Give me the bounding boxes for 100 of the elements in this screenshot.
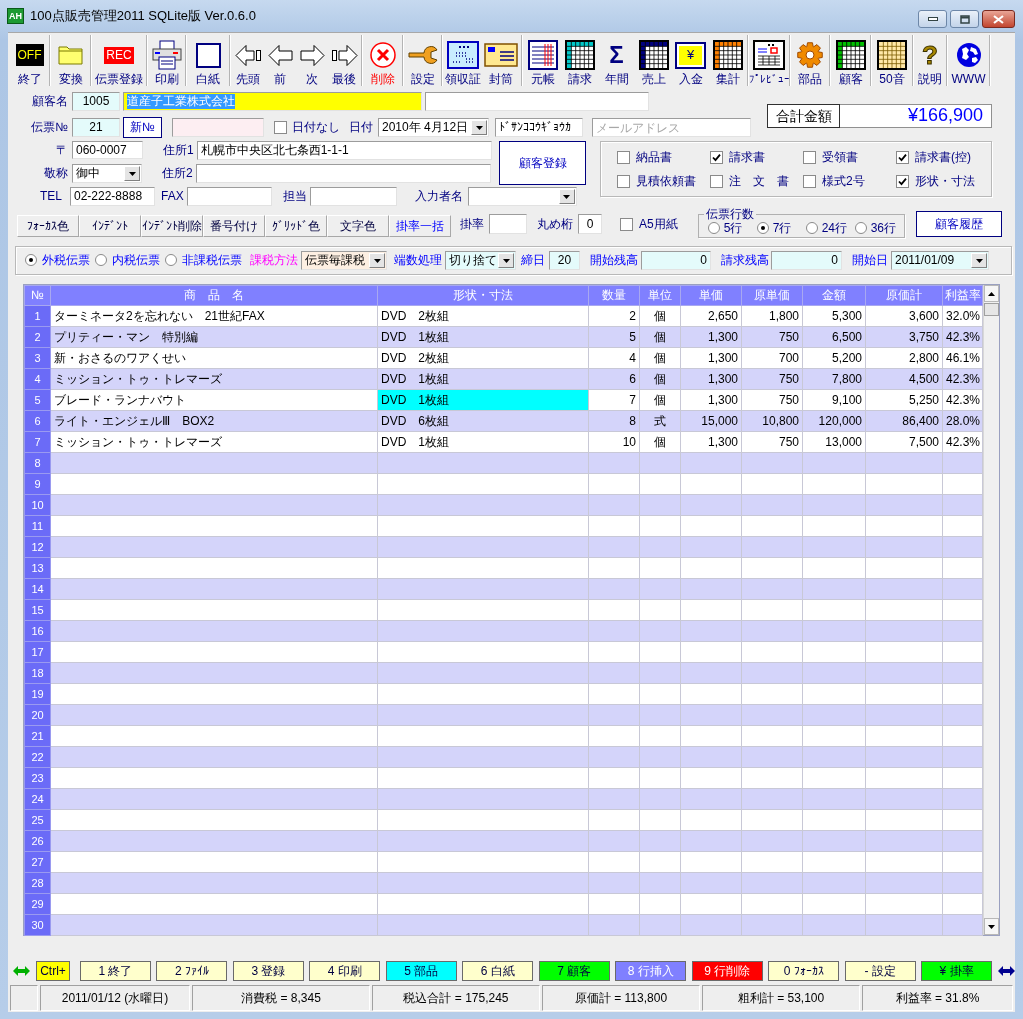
radio-button[interactable] bbox=[165, 254, 177, 267]
input-field[interactable] bbox=[489, 214, 527, 234]
dropdown-field[interactable]: 伝票毎課税 bbox=[301, 251, 387, 270]
close-button[interactable] bbox=[982, 10, 1015, 28]
checkbox-label: 様式2号 bbox=[822, 174, 865, 189]
dropdown-button[interactable] bbox=[471, 120, 487, 135]
function-key-button[interactable]: 2 ﾌｧｲﾙ bbox=[156, 961, 228, 981]
toolbar-button[interactable]: 白紙 bbox=[188, 35, 228, 86]
input-field[interactable]: 0 bbox=[641, 251, 711, 270]
checkbox[interactable] bbox=[803, 175, 816, 188]
checkbox[interactable] bbox=[803, 151, 816, 164]
scroll-thumb[interactable] bbox=[984, 303, 999, 316]
dropdown-button[interactable] bbox=[498, 253, 514, 268]
dropdown-button[interactable] bbox=[558, 189, 575, 204]
toolbar-button[interactable]: 領収証 bbox=[444, 35, 482, 86]
register-customer-button[interactable]: 顧客登録 bbox=[499, 141, 586, 185]
checkbox[interactable] bbox=[896, 175, 909, 188]
function-key-button[interactable]: 5 部品 bbox=[385, 961, 457, 981]
function-key-button[interactable]: 0 ﾌｫｰｶｽ bbox=[768, 961, 840, 981]
toolbar-button[interactable]: 前 bbox=[264, 35, 296, 86]
input-field[interactable]: 1005 bbox=[72, 92, 120, 111]
function-key-button[interactable]: 4 印刷 bbox=[309, 961, 381, 981]
radio-button[interactable] bbox=[854, 222, 867, 235]
toolbar-button[interactable]: 元帳 bbox=[524, 35, 561, 86]
tool-button[interactable]: 文字色 bbox=[327, 215, 389, 237]
toolbar-button[interactable]: 売上 bbox=[635, 35, 672, 86]
toolbar-button[interactable]: 印刷 bbox=[149, 35, 184, 86]
input-field[interactable]: 02-222-8888 bbox=[70, 187, 155, 206]
toolbar-button[interactable]: ¥ 入金 bbox=[672, 35, 709, 86]
tool-button[interactable]: 掛率一括 bbox=[389, 215, 451, 237]
radio-button[interactable] bbox=[707, 222, 720, 235]
function-key-button[interactable]: - 設定 bbox=[844, 961, 916, 981]
input-field[interactable] bbox=[186, 187, 272, 206]
dropdown-button[interactable] bbox=[124, 166, 140, 181]
radio-button[interactable] bbox=[756, 222, 769, 235]
toolbar-button[interactable]: 部品 bbox=[792, 35, 828, 86]
toolbar-button[interactable]: ﾌﾟﾚﾋﾞｭｰ bbox=[750, 35, 788, 86]
row-number: 1 bbox=[24, 305, 51, 327]
radio-button[interactable] bbox=[25, 254, 37, 267]
checkbox[interactable] bbox=[710, 151, 723, 164]
dropdown-field[interactable]: 2010年 4月12日 bbox=[378, 118, 489, 137]
function-key-button[interactable]: 7 顧客 bbox=[538, 961, 610, 981]
dropdown-button[interactable] bbox=[369, 253, 385, 268]
customer-history-button[interactable]: 顧客履歴 bbox=[915, 211, 1002, 237]
input-field[interactable]: 0 bbox=[771, 251, 842, 270]
toolbar-button[interactable]: 最後 bbox=[328, 35, 360, 86]
checkbox[interactable] bbox=[617, 151, 630, 164]
checkbox[interactable] bbox=[274, 121, 287, 134]
toolbar-button[interactable]: Σ 年間 bbox=[598, 35, 635, 86]
function-key-button[interactable]: 9 行削除 bbox=[691, 961, 763, 981]
tool-button[interactable]: ｲﾝﾃﾞﾝﾄ削除 bbox=[141, 215, 203, 237]
tool-button[interactable]: ﾌｫｰｶｽ色 bbox=[17, 215, 79, 237]
tool-button[interactable]: ｸﾞﾘｯﾄﾞ色 bbox=[265, 215, 327, 237]
function-key-button[interactable]: 1 終了 bbox=[79, 961, 151, 981]
scroll-down-button[interactable] bbox=[984, 918, 999, 935]
new-number-button[interactable]: 新№ bbox=[123, 117, 162, 138]
toolbar-button[interactable]: 顧客 bbox=[832, 35, 869, 86]
dropdown-field[interactable]: 御中 bbox=[72, 164, 142, 183]
checkbox[interactable] bbox=[896, 151, 909, 164]
radio-button[interactable] bbox=[95, 254, 107, 267]
toolbar-button[interactable]: 集計 bbox=[709, 35, 746, 86]
toolbar-button[interactable]: 請求 bbox=[561, 35, 598, 86]
function-key-button[interactable]: 6 白紙 bbox=[462, 961, 534, 981]
toolbar-button[interactable]: ? 説明 bbox=[915, 35, 945, 86]
scroll-up-button[interactable] bbox=[984, 285, 999, 302]
input-field[interactable] bbox=[195, 164, 491, 183]
function-key-button[interactable]: ¥ 掛率 bbox=[921, 961, 993, 981]
toolbar-button[interactable]: 次 bbox=[296, 35, 328, 86]
toolbar-button[interactable]: 設定 bbox=[405, 35, 440, 86]
checkbox[interactable] bbox=[620, 217, 633, 231]
toolbar-button[interactable]: 50音 bbox=[873, 35, 911, 86]
input-field[interactable]: 札幌市中央区北七条西1-1-1 bbox=[196, 140, 492, 160]
input-field[interactable]: 060-0007 bbox=[72, 141, 143, 159]
toolbar-button[interactable]: REC 伝票登録 bbox=[93, 35, 145, 86]
toolbar-button[interactable]: 先頭 bbox=[232, 35, 264, 86]
dropdown-field[interactable] bbox=[467, 187, 577, 206]
input-field[interactable]: 21 bbox=[72, 118, 120, 137]
dropdown-field[interactable]: 切り捨て bbox=[445, 251, 516, 270]
input-field[interactable]: ﾄﾞｻﾝｺｺｳｷﾞｮｳｶ bbox=[495, 118, 583, 137]
toolbar-button[interactable]: WWW bbox=[949, 35, 988, 86]
dropdown-button[interactable] bbox=[971, 253, 987, 268]
minimize-button[interactable] bbox=[918, 10, 947, 28]
dropdown-field[interactable]: 2011/01/09 bbox=[891, 251, 989, 270]
input-field[interactable] bbox=[309, 187, 397, 206]
tool-button[interactable]: 番号付け bbox=[203, 215, 265, 237]
function-key-button[interactable]: Ctrl+ bbox=[36, 961, 70, 981]
checkbox[interactable] bbox=[710, 175, 723, 188]
input-field[interactable]: 20 bbox=[549, 251, 580, 270]
radio-button[interactable] bbox=[805, 222, 818, 235]
input-field[interactable] bbox=[425, 92, 649, 111]
input-field[interactable]: メールアドレス bbox=[592, 118, 751, 137]
input-field[interactable]: 0 bbox=[578, 214, 602, 234]
toolbar-button[interactable]: 封筒 bbox=[482, 35, 520, 86]
maximize-button[interactable] bbox=[950, 10, 979, 28]
input-field[interactable] bbox=[172, 118, 264, 137]
function-key-button[interactable]: 3 登録 bbox=[232, 961, 304, 981]
tool-button[interactable]: ｲﾝﾃﾞﾝﾄ bbox=[79, 215, 141, 237]
toolbar-button[interactable]: OFF 終了 bbox=[11, 35, 48, 86]
checkbox[interactable] bbox=[617, 175, 630, 188]
toolbar-button[interactable]: 変換 bbox=[52, 35, 89, 86]
